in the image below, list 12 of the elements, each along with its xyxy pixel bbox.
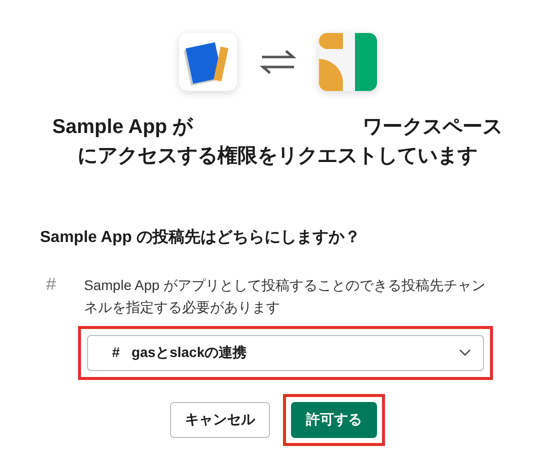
chevron-down-icon <box>459 349 471 357</box>
hash-symbol: # <box>46 274 56 296</box>
channel-select[interactable]: # gasとslackの連携 <box>87 335 484 371</box>
cancel-button[interactable]: キャンセル <box>170 402 270 438</box>
heading-text: ワークスペース <box>362 115 503 140</box>
heading-text: にアクセスする権限をリクエストしています <box>77 144 478 169</box>
allow-button[interactable]: 許可する <box>291 402 377 438</box>
hint-text: Sample App がアプリとして投稿することのできる投稿先チャンネルを指定する必要があります <box>84 276 486 317</box>
question-text: Sample App の投稿先はどちらにしますか？ <box>40 227 362 248</box>
heading-text: Sample App が <box>52 115 193 140</box>
workspace-logo-icon <box>318 33 376 91</box>
swap-arrows-icon <box>258 48 296 76</box>
